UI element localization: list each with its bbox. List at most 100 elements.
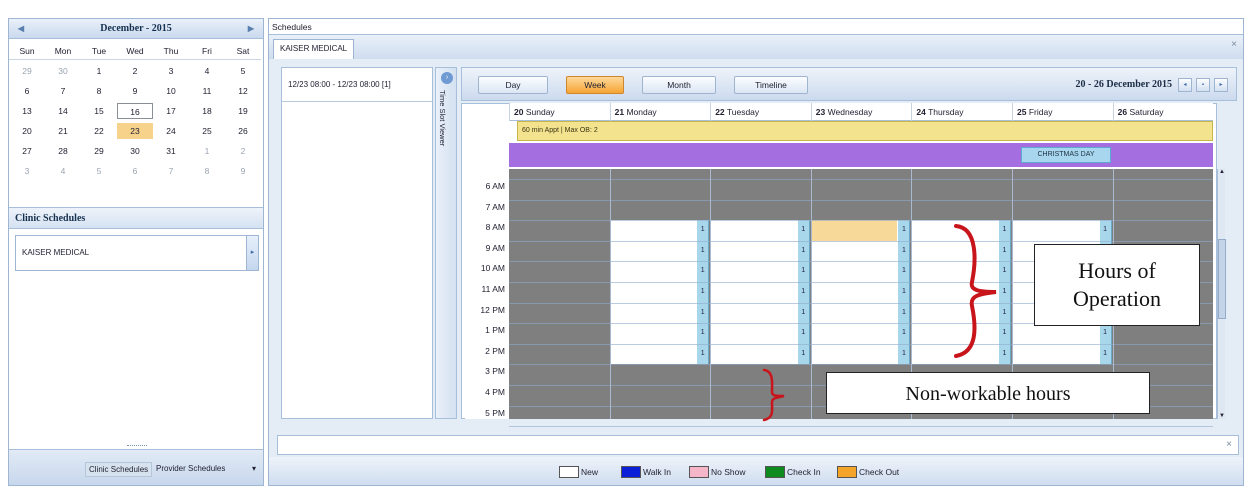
calendar-day[interactable]: 16 — [117, 103, 153, 119]
close-tab-icon[interactable]: × — [1231, 39, 1237, 50]
vertical-scrollbar[interactable]: ▲ ▼ — [1217, 169, 1226, 419]
calendar-day[interactable]: 22 — [81, 123, 117, 139]
calendar-day[interactable]: 3 — [153, 63, 189, 79]
all-day-appointment[interactable]: 60 min Appt | Max OB: 2 — [517, 121, 1213, 141]
calendar-day[interactable]: 5 — [225, 63, 261, 79]
calendar-day[interactable]: 8 — [189, 163, 225, 179]
slot-count[interactable]: 1 — [1099, 343, 1112, 365]
calendar-day[interactable]: 15 — [81, 103, 117, 119]
calendar-day[interactable]: 6 — [117, 163, 153, 179]
slot-count[interactable]: 1 — [797, 343, 810, 365]
calendar-day[interactable]: 19 — [225, 103, 261, 119]
calendar-day[interactable]: 1 — [81, 63, 117, 79]
slot-count[interactable]: 1 — [898, 323, 911, 344]
calendar-day[interactable]: 29 — [9, 63, 45, 79]
slot-count[interactable]: 1 — [797, 323, 810, 344]
slot-count[interactable]: 1 — [797, 261, 810, 282]
slot-count[interactable]: 1 — [898, 261, 911, 282]
calendar-day[interactable]: 8 — [81, 83, 117, 99]
clinic-select-arrow-icon[interactable]: ▸ — [246, 236, 258, 270]
slot-count[interactable]: 1 — [898, 343, 911, 365]
calendar-day[interactable]: 9 — [117, 83, 153, 99]
calendar-day[interactable]: 2 — [225, 143, 261, 159]
calendar-day[interactable]: 28 — [45, 143, 81, 159]
calendar-day[interactable]: 7 — [45, 83, 81, 99]
calendar-day[interactable]: 30 — [45, 63, 81, 79]
slot-count[interactable]: 1 — [797, 220, 810, 241]
slot-count[interactable]: 1 — [697, 240, 710, 262]
slot-count[interactable]: 1 — [697, 323, 710, 344]
scroll-thumb[interactable] — [1218, 239, 1226, 319]
calendar-day[interactable]: 13 — [9, 103, 45, 119]
holiday-event[interactable]: CHRISTMAS DAY — [1021, 147, 1111, 163]
slot-count[interactable]: 1 — [697, 220, 710, 241]
calendar-day[interactable]: 10 — [153, 83, 189, 99]
calendar-day[interactable]: 1 — [189, 143, 225, 159]
calendar-day[interactable]: 2 — [117, 63, 153, 79]
calendar-day[interactable]: 31 — [153, 143, 189, 159]
calendar-day[interactable]: 24 — [153, 123, 189, 139]
prev-month-icon[interactable]: ◀ — [11, 19, 31, 39]
calendar-day[interactable]: 23 — [117, 123, 153, 139]
slot-count[interactable]: 1 — [898, 282, 911, 303]
day-view-button[interactable]: Day — [478, 76, 548, 94]
tab-provider-schedules[interactable]: Provider Schedules — [153, 462, 228, 475]
slot-count[interactable]: 1 — [797, 240, 810, 262]
clinic-select[interactable]: KAISER MEDICAL ▸ — [15, 235, 259, 271]
calendar-day[interactable]: 26 — [225, 123, 261, 139]
calendar-day[interactable]: 21 — [45, 123, 81, 139]
time-slot-item[interactable]: 12/23 08:00 - 12/23 08:00 [1] — [282, 68, 432, 102]
today-icon[interactable]: ▪ — [1196, 78, 1210, 92]
day-header[interactable]: 20 Sunday — [509, 103, 610, 121]
calendar-day[interactable]: 7 — [153, 163, 189, 179]
expand-icon[interactable]: › — [441, 72, 453, 84]
scroll-up-icon[interactable]: ▲ — [1218, 169, 1226, 175]
next-week-icon[interactable]: ▸ — [1214, 78, 1228, 92]
prev-week-icon[interactable]: ◂ — [1178, 78, 1192, 92]
calendar-day[interactable]: 29 — [81, 143, 117, 159]
slot-count[interactable]: 1 — [697, 261, 710, 282]
slot-count[interactable]: 1 — [697, 302, 710, 324]
close-bottom-icon[interactable]: × — [1226, 439, 1232, 450]
calendar-day[interactable]: 9 — [225, 163, 261, 179]
calendar-day[interactable]: 6 — [9, 83, 45, 99]
day-header[interactable]: 24 Thursday — [911, 103, 1012, 121]
slot-count[interactable]: 1 — [797, 302, 810, 324]
day-header[interactable]: 21 Monday — [609, 103, 711, 121]
working-hours-block[interactable] — [711, 220, 810, 365]
scroll-down-icon[interactable]: ▼ — [1218, 413, 1226, 419]
slot-count[interactable]: 1 — [1099, 220, 1112, 241]
slot-count[interactable]: 1 — [898, 220, 911, 241]
slot-count[interactable]: 1 — [898, 240, 911, 262]
calendar-day[interactable]: 4 — [45, 163, 81, 179]
calendar-day[interactable]: 4 — [189, 63, 225, 79]
slot-count[interactable]: 1 — [697, 282, 710, 303]
calendar-day[interactable]: 17 — [153, 103, 189, 119]
calendar-day[interactable]: 3 — [9, 163, 45, 179]
calendar-day[interactable]: 14 — [45, 103, 81, 119]
day-header[interactable]: 26 Saturday — [1112, 103, 1214, 121]
timeline-view-button[interactable]: Timeline — [734, 76, 808, 94]
splitter-grip[interactable] — [127, 445, 147, 448]
working-hours-block[interactable] — [811, 220, 911, 365]
calendar-day[interactable]: 18 — [189, 103, 225, 119]
slot-count[interactable]: 1 — [1099, 323, 1112, 344]
next-month-icon[interactable]: ▶ — [241, 19, 261, 39]
calendar-day[interactable]: 12 — [225, 83, 261, 99]
time-slot-viewer-toggle[interactable]: › Time Slot Viewer — [435, 67, 457, 419]
selected-time-slot[interactable] — [811, 220, 898, 241]
month-view-button[interactable]: Month — [642, 76, 716, 94]
working-hours-block[interactable] — [610, 220, 710, 365]
week-view-button[interactable]: Week — [566, 76, 624, 94]
calendar-day[interactable]: 11 — [189, 83, 225, 99]
day-header[interactable]: 22 Tuesday — [710, 103, 811, 121]
calendar-day[interactable]: 25 — [189, 123, 225, 139]
calendar-day[interactable]: 30 — [117, 143, 153, 159]
calendar-day[interactable]: 20 — [9, 123, 45, 139]
slot-count[interactable]: 1 — [898, 302, 911, 324]
calendar-day[interactable]: 5 — [81, 163, 117, 179]
slot-count[interactable]: 1 — [797, 282, 810, 303]
tab-kaiser-medical[interactable]: KAISER MEDICAL — [273, 39, 355, 59]
footer-dropdown-icon[interactable]: ▾ — [249, 462, 259, 475]
slot-count[interactable]: 1 — [697, 343, 710, 365]
